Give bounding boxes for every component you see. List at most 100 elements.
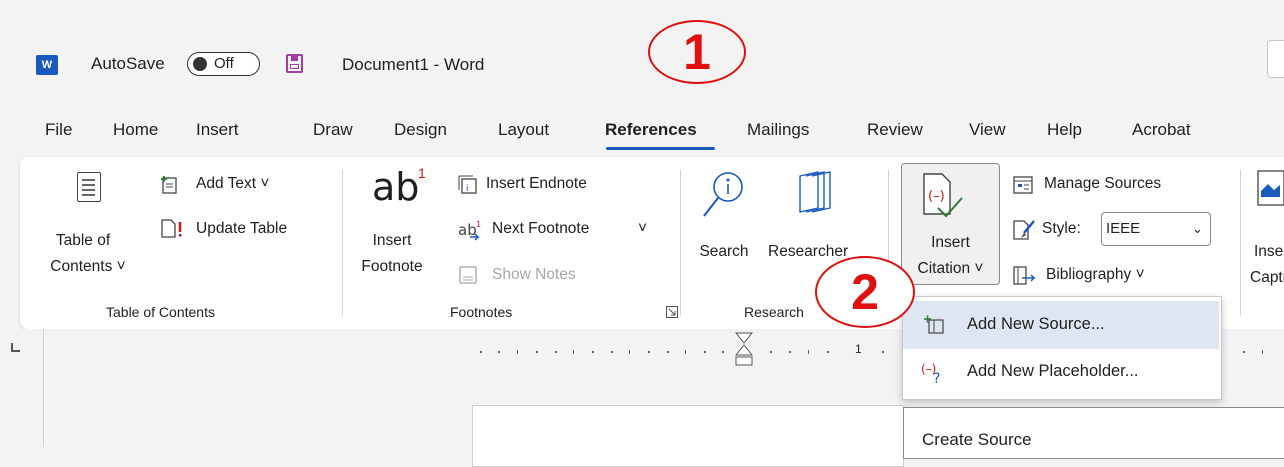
insert-citation-label-1: Insert	[931, 234, 970, 251]
ruler-dot	[480, 351, 482, 353]
insert-caption-label-1: Insert	[1254, 243, 1284, 260]
ruler-tick	[685, 350, 686, 354]
update-table-label: Update Table	[196, 220, 288, 237]
tab-draw[interactable]: Draw	[313, 120, 353, 140]
search-icon	[703, 172, 743, 217]
insert-footnote-label-2: Footnote	[361, 258, 423, 275]
ruler-tick	[517, 350, 518, 354]
style-brush-icon	[1013, 220, 1035, 240]
tab-references[interactable]: References	[605, 120, 697, 140]
group-separator	[1240, 170, 1241, 316]
document-page[interactable]	[472, 405, 904, 467]
show-notes-icon	[459, 266, 477, 284]
tab-home[interactable]: Home	[113, 120, 158, 140]
ruler-dot	[1243, 351, 1245, 353]
create-source-dialog: Create Source	[903, 407, 1284, 459]
svg-text:?: ?	[933, 371, 940, 385]
ruler-dot	[704, 351, 706, 353]
step-2-number: 2	[851, 264, 879, 320]
insert-citation-icon: (–)	[923, 173, 963, 218]
step-1-number: 1	[683, 24, 711, 80]
add-new-source-item[interactable]: Add New Source...	[903, 301, 1219, 349]
autosave-toggle[interactable]: Off	[187, 52, 260, 76]
table-of-contents-button[interactable]: Table of Contents ˅	[48, 168, 148, 288]
tab-insert[interactable]: Insert	[196, 120, 239, 140]
ruler-number: 1	[855, 342, 862, 356]
toc-label-1: Table of	[55, 232, 111, 249]
insert-citation-button[interactable]: (–) Insert Citation ˅	[901, 163, 1000, 285]
show-notes-label: Show Notes	[492, 266, 576, 283]
add-text-icon	[161, 176, 177, 194]
ruler-tick	[629, 350, 630, 354]
insert-endnote-icon: i	[458, 175, 477, 194]
search-box[interactable]	[1267, 40, 1284, 78]
researcher-icon	[799, 171, 831, 213]
step-1-annotation: 1	[648, 20, 746, 84]
ruler-dot	[770, 351, 772, 353]
ruler-divider	[43, 329, 44, 447]
autosave-state: Off	[214, 55, 234, 72]
title-bar	[0, 0, 1284, 100]
search-button[interactable]: Search	[694, 165, 764, 285]
ruler-dot	[882, 351, 884, 353]
tab-review[interactable]: Review	[867, 120, 923, 140]
dialog-launcher-icon[interactable]	[666, 306, 678, 318]
insert-citation-label-2: Citation ˅	[917, 260, 984, 277]
add-new-placeholder-item[interactable]: (–)? Add New Placeholder...	[903, 349, 1219, 397]
save-icon[interactable]	[286, 54, 303, 73]
insert-footnote-icon: ab	[372, 165, 420, 209]
footnote-superscript-icon: 1	[418, 165, 426, 181]
tab-mailings[interactable]: Mailings	[747, 120, 809, 140]
ruler-dot	[827, 351, 829, 353]
insert-footnote-label-1: Insert	[372, 232, 412, 249]
researcher-label: Researcher	[768, 243, 849, 260]
ruler-dot	[648, 351, 650, 353]
ruler-tick	[573, 350, 574, 354]
ruler-dot	[667, 351, 669, 353]
next-footnote-icon: ab 1	[458, 220, 481, 241]
svg-text:(–): (–)	[928, 189, 945, 204]
search-label: Search	[699, 243, 749, 260]
next-footnote-dropdown-arrow[interactable]: ˅	[638, 220, 647, 238]
ruler-dot	[722, 351, 724, 353]
toggle-knob-icon	[193, 57, 207, 71]
active-tab-indicator	[606, 147, 715, 150]
document-title: Document1 - Word	[342, 55, 485, 74]
chevron-down-icon: ⌄	[1192, 221, 1203, 236]
autosave-label: AutoSave	[91, 54, 165, 73]
tab-help[interactable]: Help	[1047, 120, 1082, 140]
ruler-dot	[555, 351, 557, 353]
step-2-annotation: 2	[815, 256, 915, 328]
style-select[interactable]: IEEE ⌄	[1101, 212, 1211, 246]
ruler-dot	[536, 351, 538, 353]
style-label: Style:	[1042, 220, 1081, 237]
svg-text:i: i	[466, 184, 469, 194]
ruler-dot	[789, 351, 791, 353]
style-value: IEEE	[1106, 220, 1141, 237]
tab-view[interactable]: View	[969, 120, 1006, 140]
group-separator	[342, 170, 343, 316]
insert-caption-label-2: Caption	[1250, 269, 1284, 286]
add-text-label: Add Text ˅	[196, 175, 270, 192]
tab-selector-icon[interactable]	[11, 343, 20, 352]
tab-acrobat[interactable]: Acrobat	[1132, 120, 1191, 140]
add-source-icon	[924, 315, 944, 334]
manage-sources-label: Manage Sources	[1044, 175, 1162, 192]
ruler-dot	[498, 351, 500, 353]
insert-footnote-button[interactable]: ab 1 Insert Footnote	[361, 165, 447, 290]
bibliography-label: Bibliography ˅	[1046, 266, 1145, 283]
group-label-footnotes: Footnotes	[450, 304, 513, 320]
tab-design[interactable]: Design	[394, 120, 447, 140]
tab-file[interactable]: File	[45, 120, 72, 140]
group-separator	[680, 170, 681, 316]
word-logo-icon: W	[36, 55, 58, 75]
toc-label-2: Contents ˅	[50, 258, 126, 275]
add-placeholder-icon: (–)?	[921, 362, 940, 385]
indent-marker-icon[interactable]	[735, 332, 753, 370]
ruler-tick	[1262, 350, 1263, 354]
insert-caption-button[interactable]: Insert Caption	[1250, 165, 1284, 286]
add-new-source-label: Add New Source...	[967, 315, 1105, 333]
table-of-contents-icon	[77, 172, 101, 202]
ruler-tick	[808, 350, 809, 354]
tab-layout[interactable]: Layout	[498, 120, 549, 140]
